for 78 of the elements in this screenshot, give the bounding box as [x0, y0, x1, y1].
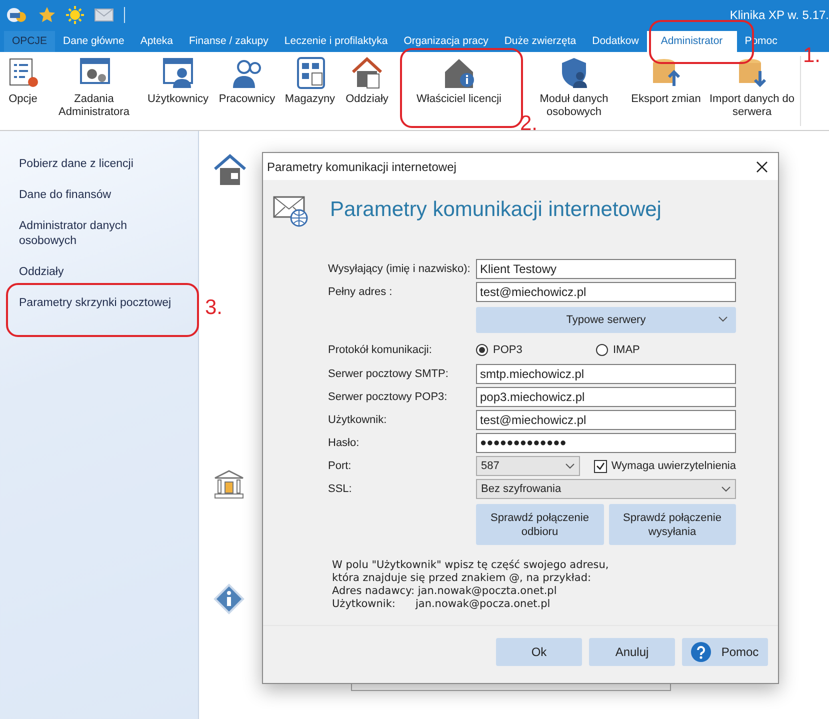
menu-tab[interactable]: Organizacja pracy [396, 31, 496, 52]
chevron-down-icon [718, 316, 728, 323]
checklist-icon [7, 56, 39, 89]
field-label: Port: [328, 460, 352, 472]
radio-button[interactable] [476, 344, 488, 356]
sidebar-item[interactable]: Administrator danych osobowych [19, 219, 181, 249]
field-label: Użytkownik: [328, 414, 388, 426]
menu-tab[interactable]: Dane główne [55, 31, 132, 52]
radio-label[interactable]: IMAP [613, 344, 640, 356]
menu-tab[interactable]: Finanse / zakupy [181, 31, 276, 52]
checkbox[interactable] [594, 460, 608, 472]
ribbon-button[interactable]: Magazyny [280, 52, 340, 106]
house-icon [351, 56, 383, 89]
ribbon-button[interactable]: Pracownicy [214, 52, 280, 106]
close-icon [756, 160, 768, 172]
step-number: 2. [520, 112, 538, 136]
menu-tab[interactable]: Leczenie i profilaktyka [276, 31, 396, 52]
field-label: Protokół komunikacji: [328, 344, 433, 356]
check-icon [596, 462, 606, 470]
app-menu-tab[interactable]: OPCJE [4, 31, 56, 52]
input-field[interactable]: Klient Testowy [476, 259, 736, 279]
dialog-button[interactable]: Ok [496, 638, 582, 666]
ribbon-button[interactable]: Właściciel licencji [394, 52, 524, 106]
database-up-icon [650, 56, 682, 89]
input-field[interactable]: test@miechowicz.pl [476, 410, 736, 430]
ribbon-button[interactable]: Zadania Administratora [46, 52, 142, 119]
step-number: 3. [205, 296, 223, 320]
database-down-icon [736, 56, 768, 89]
field-label: Wysyłający (imię i nazwisko): [328, 263, 472, 275]
input-field[interactable]: smtp.miechowicz.pl [476, 364, 736, 384]
select-field[interactable]: 587 [476, 456, 580, 476]
menu-tab[interactable]: Dodatkow [584, 31, 647, 52]
sidebar-item[interactable]: Oddziały [19, 265, 181, 280]
ribbon-button[interactable]: Oddziały [340, 52, 394, 106]
test-connection-button[interactable]: Sprawdź połączenie wysyłania [608, 504, 736, 545]
dropdown-button[interactable]: Typowe serwery [476, 307, 736, 333]
chevron-down-icon [565, 462, 576, 470]
app-logo-icon[interactable] [6, 6, 28, 24]
cabinet-icon [294, 56, 326, 89]
menu-tab[interactable]: Apteka [132, 31, 182, 52]
sidebar-item[interactable]: Pobierz dane z licencji [19, 157, 181, 172]
sidebar-item[interactable]: Dane do finansów [19, 188, 181, 203]
ribbon-button[interactable]: Opcje [0, 52, 46, 106]
menu-tab[interactable]: Duże zwierzęta [496, 31, 584, 52]
field-label: SSL: [328, 483, 353, 495]
dialog-button[interactable]: Anuluj [589, 638, 675, 666]
field-label: Pełny adres : [328, 286, 394, 298]
house-icon [213, 153, 247, 187]
radio-button[interactable] [596, 344, 608, 356]
radio-label[interactable]: POP3 [493, 344, 522, 356]
star-icon[interactable] [38, 6, 56, 24]
ribbon-button[interactable]: Import danych do serwera [708, 52, 796, 119]
help-text: W polu "Użytkownik" wpisz tę część swojego adresu, która znajduje się przed znakiem @, na przykład: Adres nadawcy: jan.nowak@poczta.onet.pl Użytkownik: jan.nowak@pocza.onet.pl [332, 559, 609, 610]
field-label: Hasło: [328, 437, 360, 449]
mail-icon[interactable] [94, 7, 114, 23]
help-button[interactable]: Pomoc [682, 638, 768, 666]
user-window-icon [162, 56, 194, 89]
input-field[interactable]: test@miechowicz.pl [476, 282, 736, 302]
field-label: Serwer pocztowy POP3: [328, 391, 448, 403]
menu-tab[interactable]: Administrator [646, 31, 737, 52]
info-icon [213, 583, 245, 615]
field-label: Serwer pocztowy SMTP: [328, 368, 450, 380]
chevron-down-icon [721, 486, 731, 492]
ribbon-button[interactable]: Użytkownicy [142, 52, 214, 106]
dialog-title: Parametry komunikacji internetowej [267, 160, 456, 174]
sidebar-item[interactable]: Parametry skrzynki pocztowej [19, 296, 181, 311]
password-field[interactable]: ●●●●●●●●●●●●● [476, 433, 736, 453]
dialog-heading: Parametry komunikacji internetowej [330, 198, 662, 222]
house-info-icon [443, 56, 475, 89]
window-title: Klinika XP w. 5.17. [730, 8, 829, 22]
checkbox-label[interactable]: Wymaga uwierzytelnienia [611, 460, 736, 472]
test-connection-button[interactable]: Sprawdź połączenie odbioru [476, 504, 604, 545]
select-field[interactable]: Bez szyfrowania [476, 479, 736, 499]
input-field[interactable]: pop3.miechowicz.pl [476, 387, 736, 407]
sun-icon[interactable] [66, 6, 84, 24]
help-icon [691, 642, 712, 662]
ribbon-button[interactable]: Eksport zmian [624, 52, 708, 106]
bank-icon [213, 469, 245, 499]
